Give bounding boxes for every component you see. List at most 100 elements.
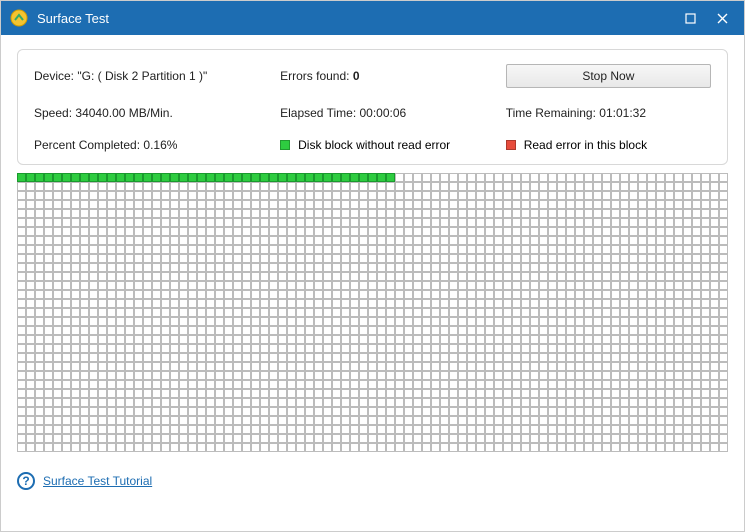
block-empty [89, 353, 98, 362]
block-empty [503, 443, 512, 452]
block-empty [26, 317, 35, 326]
block-empty [314, 389, 323, 398]
block-empty [620, 236, 629, 245]
block-empty [71, 362, 80, 371]
block-empty [449, 353, 458, 362]
block-empty [620, 281, 629, 290]
block-empty [692, 236, 701, 245]
block-empty [638, 335, 647, 344]
block-empty [332, 398, 341, 407]
block-empty [593, 290, 602, 299]
grid-row [17, 416, 728, 425]
block-empty [539, 362, 548, 371]
block-empty [431, 407, 440, 416]
block-empty [350, 308, 359, 317]
block-empty [458, 299, 467, 308]
block-empty [224, 272, 233, 281]
block-empty [404, 200, 413, 209]
maximize-button[interactable] [676, 7, 704, 29]
block-empty [17, 425, 26, 434]
stop-button[interactable]: Stop Now [506, 64, 711, 88]
device-value: "G: ( Disk 2 Partition 1 )" [77, 69, 207, 83]
block-empty [278, 398, 287, 407]
close-button[interactable] [708, 7, 736, 29]
block-empty [278, 407, 287, 416]
block-empty [161, 371, 170, 380]
block-empty [89, 344, 98, 353]
block-empty [44, 443, 53, 452]
block-empty [242, 362, 251, 371]
block-empty [458, 200, 467, 209]
block-empty [359, 335, 368, 344]
block-empty [503, 182, 512, 191]
block-empty [665, 353, 674, 362]
device-label: Device: [34, 69, 74, 83]
block-empty [116, 182, 125, 191]
block-empty [188, 245, 197, 254]
block-empty [359, 389, 368, 398]
block-empty [674, 353, 683, 362]
block-empty [107, 434, 116, 443]
tutorial-link[interactable]: Surface Test Tutorial [43, 474, 152, 488]
block-empty [197, 245, 206, 254]
block-empty [323, 218, 332, 227]
block-empty [143, 245, 152, 254]
block-empty [161, 326, 170, 335]
block-empty [413, 389, 422, 398]
block-empty [449, 281, 458, 290]
block-empty [152, 353, 161, 362]
block-empty [665, 371, 674, 380]
block-empty [611, 344, 620, 353]
block-empty [323, 362, 332, 371]
block-empty [413, 317, 422, 326]
block-empty [143, 182, 152, 191]
block-empty [35, 245, 44, 254]
block-empty [197, 272, 206, 281]
block-empty [89, 434, 98, 443]
block-empty [656, 407, 665, 416]
block-empty [683, 380, 692, 389]
block-empty [665, 308, 674, 317]
grid-row [17, 425, 728, 434]
block-empty [305, 227, 314, 236]
block-empty [215, 398, 224, 407]
block-empty [665, 236, 674, 245]
block-empty [413, 425, 422, 434]
block-empty [332, 353, 341, 362]
block-empty [530, 362, 539, 371]
help-icon[interactable]: ? [17, 472, 35, 490]
block-empty [233, 227, 242, 236]
block-empty [458, 371, 467, 380]
block-empty [314, 218, 323, 227]
block-empty [395, 353, 404, 362]
block-empty [215, 281, 224, 290]
grid-row [17, 227, 728, 236]
block-empty [242, 371, 251, 380]
block-empty [233, 218, 242, 227]
block-empty [485, 380, 494, 389]
block-empty [422, 326, 431, 335]
block-empty [620, 389, 629, 398]
block-empty [413, 344, 422, 353]
block-empty [44, 254, 53, 263]
legend-ok: Disk block without read error [280, 138, 496, 152]
block-empty [206, 407, 215, 416]
block-empty [440, 281, 449, 290]
block-empty [458, 416, 467, 425]
block-empty [575, 398, 584, 407]
block-empty [593, 362, 602, 371]
block-empty [485, 353, 494, 362]
block-empty [26, 326, 35, 335]
block-empty [296, 353, 305, 362]
block-empty [701, 443, 710, 452]
block-empty [98, 281, 107, 290]
block-empty [647, 443, 656, 452]
block-empty [404, 308, 413, 317]
block-empty [674, 434, 683, 443]
block-empty [701, 317, 710, 326]
block-empty [161, 434, 170, 443]
block-empty [62, 299, 71, 308]
grid-row [17, 353, 728, 362]
block-empty [242, 263, 251, 272]
block-empty [170, 344, 179, 353]
